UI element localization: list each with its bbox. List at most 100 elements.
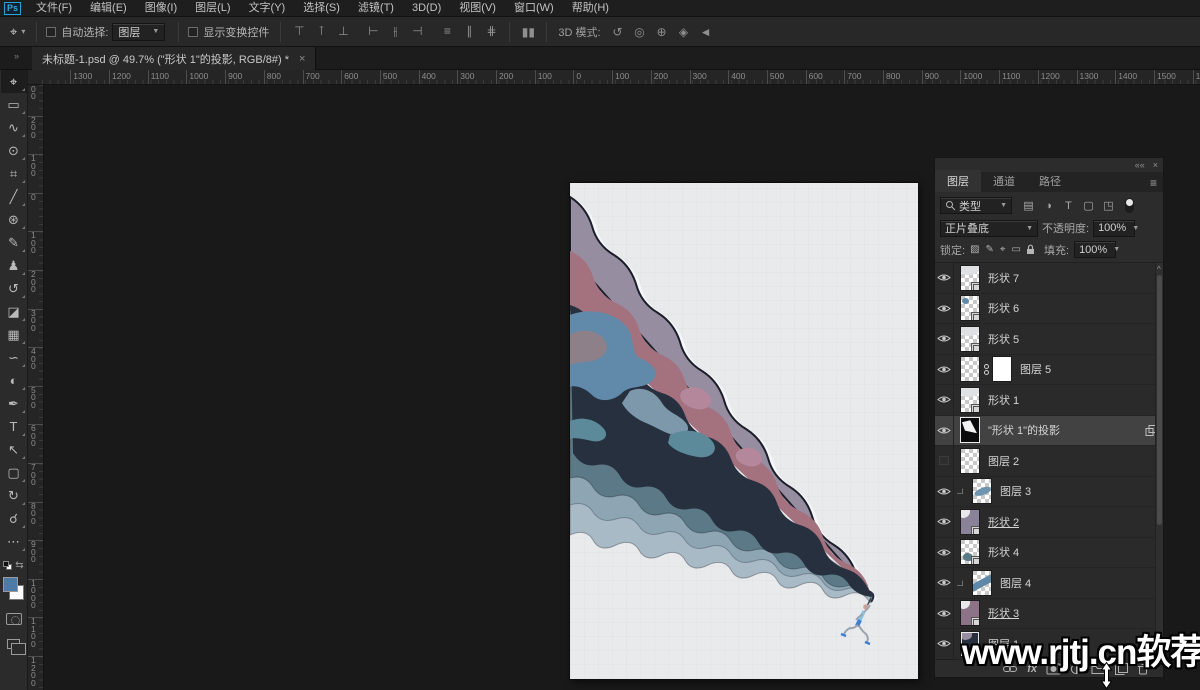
menu-item[interactable]: 滤镜(T) [349,0,403,17]
edit-toolbar[interactable]: ⋯ [1,530,27,553]
eye-icon[interactable] [937,304,951,313]
layer-thumbnail[interactable] [960,448,980,474]
smudge-tool[interactable]: ∽ [1,346,27,369]
layer-row[interactable]: ∟图层 3 [935,477,1163,508]
3d-camera-icon[interactable]: ◄ [695,25,717,39]
eye-icon[interactable] [937,609,951,618]
horizontal-ruler[interactable]: 1300120011001000900800700600500400300200… [28,70,1200,85]
eye-off-icon[interactable] [939,456,949,465]
visibility-toggle[interactable] [935,263,954,293]
visibility-toggle[interactable] [935,385,954,415]
layer-name[interactable]: 形状 5 [988,331,1019,347]
tool-preset-caret-icon[interactable]: ▾ [21,27,25,36]
document-canvas[interactable] [570,183,918,679]
layer-row[interactable]: 图层 5 [935,355,1163,386]
menu-item[interactable]: 窗口(W) [505,0,563,17]
layer-thumbnail[interactable] [960,326,980,352]
visibility-toggle[interactable] [935,538,954,568]
layer-name[interactable]: 形状 4 [988,544,1019,560]
layer-row[interactable]: ∟图层 4 [935,568,1163,599]
panel-menu-icon[interactable]: ≡ [1150,176,1157,190]
panel-tab-路径[interactable]: 路径 [1027,170,1073,192]
layer-thumbnail[interactable] [972,478,992,504]
distribute-vertical-icon[interactable]: ≡ [436,24,458,39]
layer-name[interactable]: 形状 7 [988,270,1019,286]
layer-row[interactable]: 形状 7 [935,263,1163,294]
menu-item[interactable]: 3D(D) [403,0,450,17]
visibility-toggle[interactable] [935,355,954,385]
collapse-panels-icon[interactable]: «« [1135,160,1145,170]
lock-transparent-icon[interactable]: ▨ [970,244,979,255]
tab-overflow-icon[interactable]: » [14,51,18,61]
history-brush-tool[interactable]: ↺ [1,277,27,300]
align-bottom-edges-icon[interactable]: ⊥ [332,24,354,39]
panel-tab-通道[interactable]: 通道 [981,170,1027,192]
visibility-toggle[interactable] [935,324,954,354]
move-tool-option-icon[interactable]: ⌖ [10,24,17,40]
quick-mask-icon[interactable] [6,613,22,625]
3d-drag-icon[interactable]: ⊕ [651,25,673,39]
layer-name[interactable]: 形状 2 [988,514,1019,530]
type-tool[interactable]: T [1,415,27,438]
scroll-up-icon[interactable]: ^ [1157,265,1161,274]
close-panel-icon[interactable]: × [1153,160,1158,170]
layer-list-scrollbar[interactable]: ^ [1155,263,1163,659]
visibility-toggle[interactable] [935,477,954,507]
layer-row[interactable]: 形状 6 [935,294,1163,325]
eye-icon[interactable] [937,395,951,404]
eye-icon[interactable] [937,578,951,587]
lasso-tool[interactable]: ∿ [1,116,27,139]
3d-rotate-icon[interactable]: ↺ [607,25,629,39]
layer-row[interactable]: "形状 1"的投影 [935,416,1163,447]
align-vertical-centers-icon[interactable]: ⊺ [310,24,332,39]
gradient-tool[interactable]: ▦ [1,323,27,346]
screen-mode-icon[interactable] [7,639,20,649]
ps-logo-icon[interactable]: Ps [4,2,21,15]
layer-thumbnail[interactable] [960,417,980,443]
layer-row[interactable]: 形状 5 [935,324,1163,355]
layer-row[interactable]: 形状 4 [935,538,1163,569]
eye-icon[interactable] [937,639,951,648]
visibility-toggle[interactable] [935,599,954,629]
align-right-edges-icon[interactable]: ⊣ [406,24,428,39]
shape-filter-icon[interactable]: ▢ [1080,198,1097,213]
opacity-input[interactable]: 100%▼ [1093,220,1135,237]
eye-icon[interactable] [937,548,951,557]
layer-name[interactable]: 图层 3 [1000,483,1031,499]
document-tab[interactable]: 未标题-1.psd @ 49.7% ("形状 1"的投影, RGB/8#) * … [32,47,316,70]
menu-item[interactable]: 文件(F) [27,0,81,17]
healing-brush-tool[interactable]: ⊛ [1,208,27,231]
menu-item[interactable]: 选择(S) [294,0,349,17]
align-left-edges-icon[interactable]: ⊢ [362,24,384,39]
menu-item[interactable]: 视图(V) [450,0,505,17]
lock-artboard-icon[interactable]: ▭ [1012,244,1021,255]
eye-icon[interactable] [937,426,951,435]
layer-mask-thumbnail[interactable] [992,356,1012,382]
vertical-ruler[interactable]: 3002001000100200300400500600700800900100… [28,85,44,690]
visibility-toggle[interactable] [935,294,954,324]
move-tool[interactable]: ⌖ [1,70,27,93]
lock-all-icon[interactable] [1026,244,1035,255]
layer-thumbnail[interactable] [960,265,980,291]
lock-position-icon[interactable]: ⌖ [1000,244,1006,255]
layer-row[interactable]: 形状 1 [935,385,1163,416]
layer-thumbnail[interactable] [960,539,980,565]
filter-toggle[interactable] [1125,198,1134,213]
brush-tool[interactable]: ✎ [1,231,27,254]
workspace-icon[interactable]: ▮▮ [517,25,539,39]
layer-thumbnail[interactable] [960,509,980,535]
adjustment-filter-icon[interactable]: ◑ [1040,198,1057,213]
layer-thumbnail[interactable] [960,356,980,382]
quick-selection-tool[interactable]: ⊙ [1,139,27,162]
menu-item[interactable]: 编辑(E) [81,0,136,17]
menu-item[interactable]: 图像(I) [136,0,186,17]
clone-stamp-tool[interactable]: ♟ [1,254,27,277]
type-filter-icon[interactable]: T [1060,198,1077,213]
layer-thumbnail[interactable] [960,295,980,321]
dodge-tool[interactable]: ◐ [1,369,27,392]
eye-icon[interactable] [937,517,951,526]
panel-tab-图层[interactable]: 图层 [935,170,981,192]
menu-item[interactable]: 文字(Y) [240,0,295,17]
rotate-view-tool[interactable]: ↻ [1,484,27,507]
align-top-edges-icon[interactable]: ⊤ [288,24,310,39]
